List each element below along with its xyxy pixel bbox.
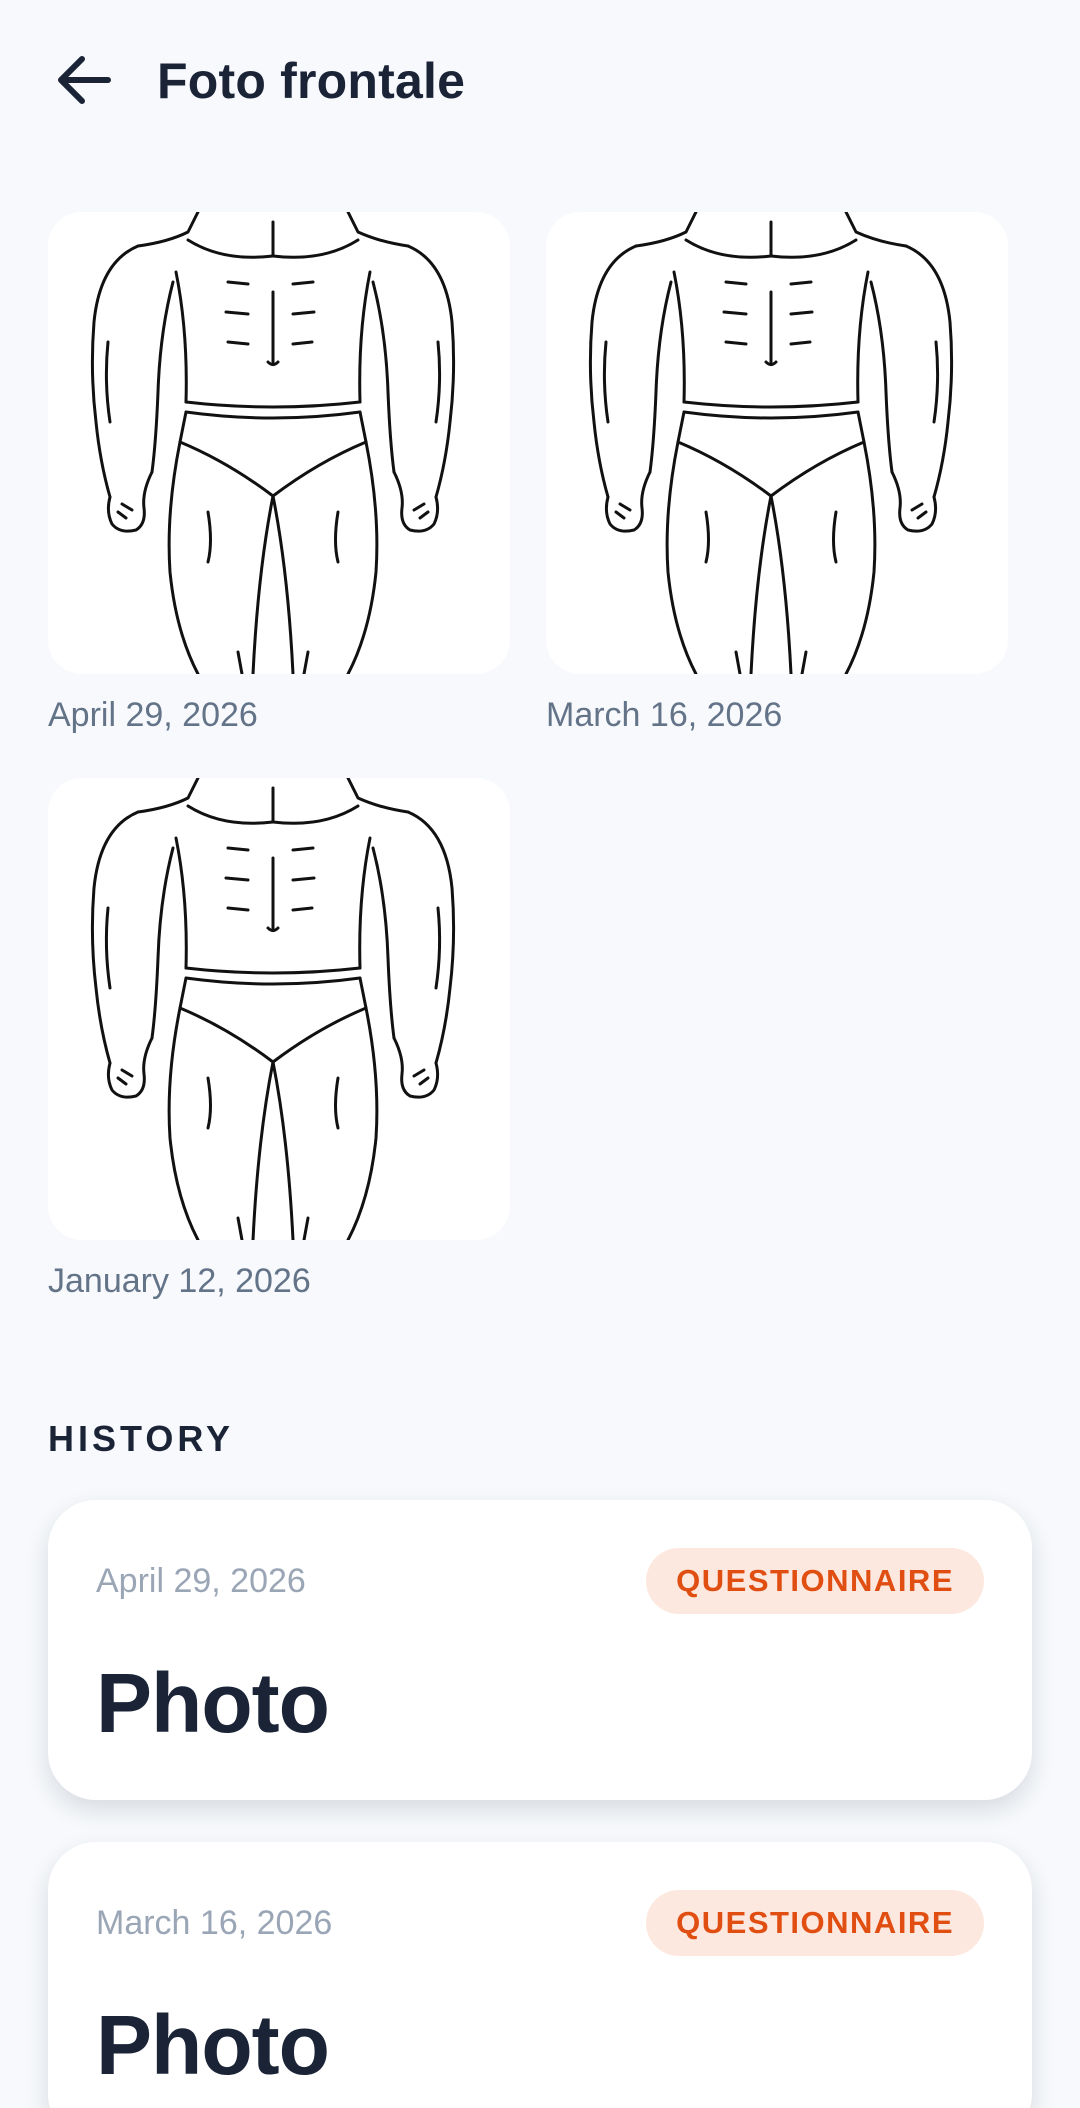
body-photo[interactable]: [48, 778, 510, 1240]
history-card-date: April 29, 2026: [96, 1562, 306, 1600]
top-app-bar: Foto frontale: [0, 0, 1080, 165]
arrow-left-icon: [48, 44, 120, 116]
photo-date: March 16, 2026: [546, 696, 783, 734]
history-card-date: March 16, 2026: [96, 1904, 333, 1942]
history-card-title: Photo: [96, 1998, 330, 2092]
history-card-title: Photo: [96, 1656, 330, 1750]
photo-tile[interactable]: April 29, 2026: [48, 212, 510, 735]
history-section-title: HISTORY: [48, 1418, 235, 1459]
history-card[interactable]: April 29, 2026 QUESTIONNAIRE Photo: [48, 1500, 1032, 1800]
body-photo[interactable]: [48, 212, 510, 674]
questionnaire-badge: QUESTIONNAIRE: [646, 1890, 984, 1956]
photo-date: January 12, 2026: [48, 1262, 311, 1300]
back-button[interactable]: [48, 44, 120, 116]
photo-date: April 29, 2026: [48, 696, 258, 734]
photo-tile[interactable]: January 12, 2026: [48, 778, 510, 1301]
photo-tile[interactable]: March 16, 2026: [546, 212, 1008, 735]
history-card[interactable]: March 16, 2026 QUESTIONNAIRE Photo: [48, 1842, 1032, 2108]
page-title: Foto frontale: [157, 53, 466, 109]
questionnaire-badge: QUESTIONNAIRE: [646, 1548, 984, 1614]
body-photo[interactable]: [546, 212, 1008, 674]
